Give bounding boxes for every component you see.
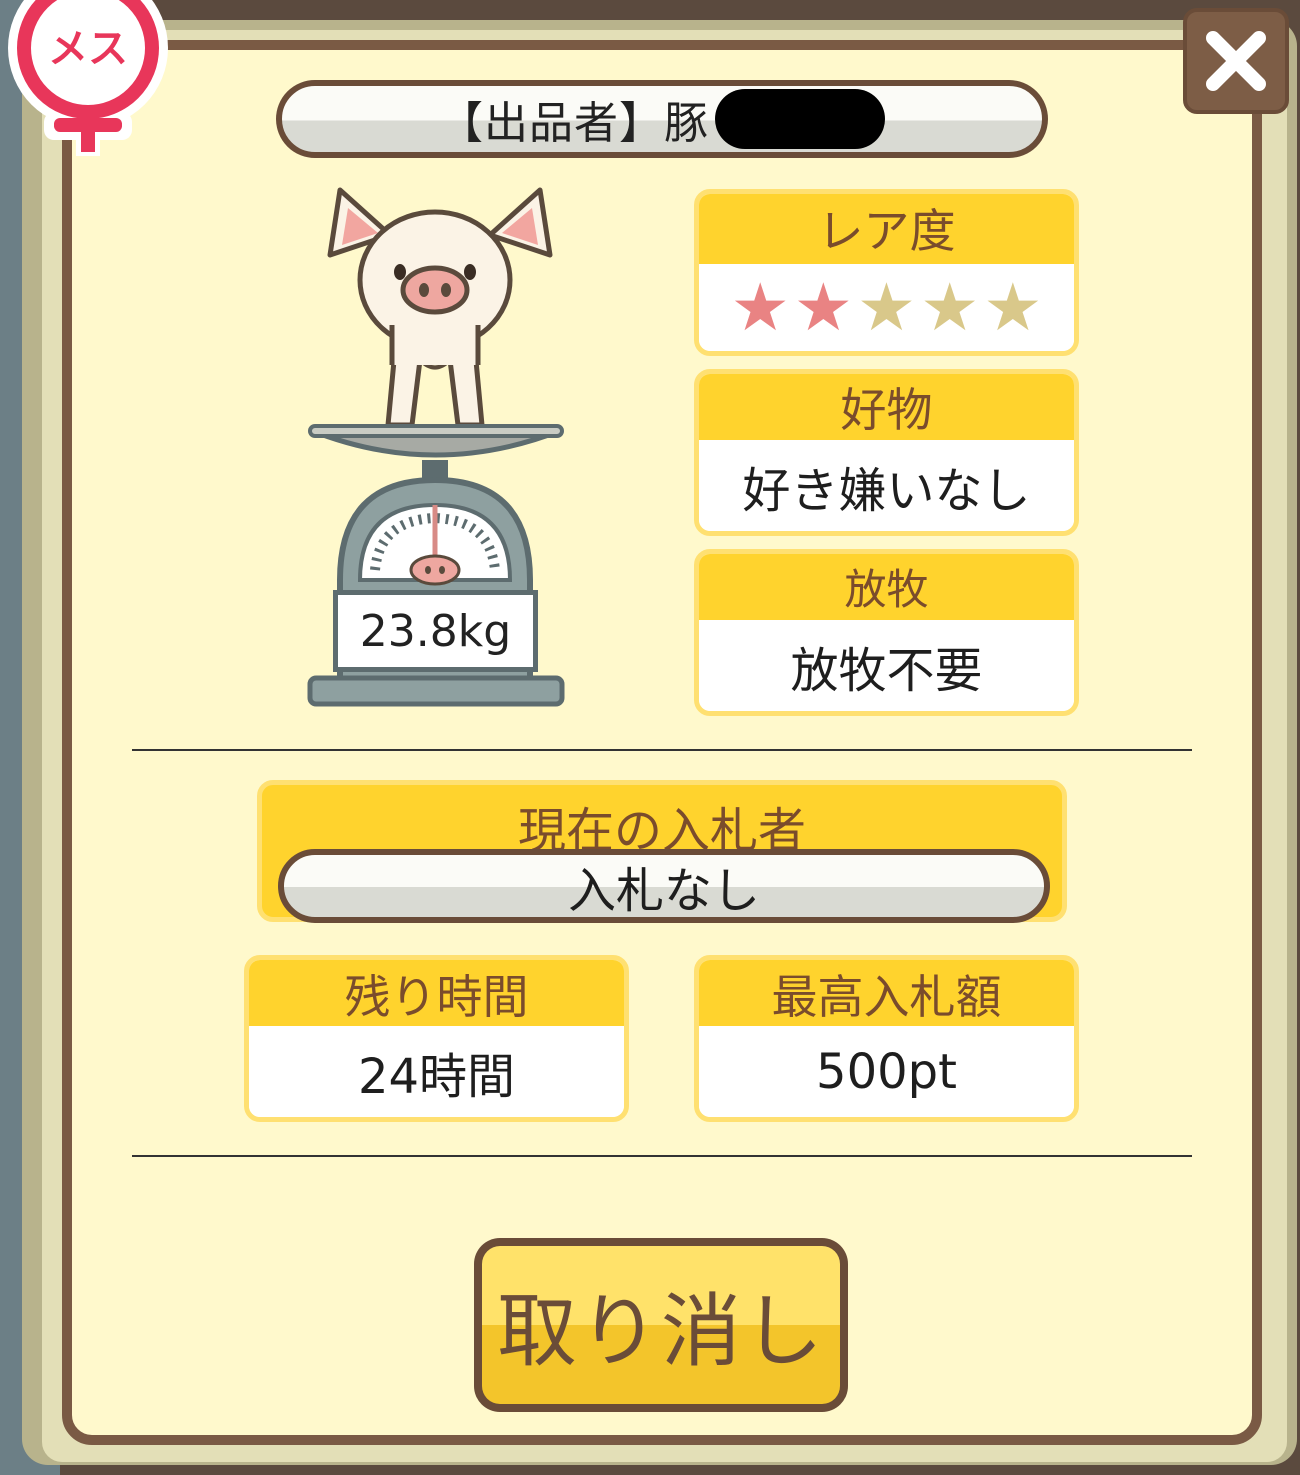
- pig-weight-readout: 23.8kg: [333, 590, 538, 672]
- close-button[interactable]: [1183, 8, 1289, 114]
- grazing-card: 放牧 放牧不要: [694, 549, 1079, 716]
- star-filled-icon: ★: [793, 268, 853, 346]
- female-gender-badge-icon: メス: [8, 0, 168, 156]
- redacted-seller-name: [715, 89, 885, 149]
- gender-label: メス: [48, 26, 128, 72]
- star-empty-icon: ★: [920, 268, 980, 346]
- star-empty-icon: ★: [856, 268, 917, 346]
- max-bid-value: 500pt: [699, 1026, 1074, 1117]
- close-icon: [1206, 31, 1266, 91]
- cancel-listing-button[interactable]: 取り消し: [474, 1238, 848, 1412]
- section-divider: [132, 1155, 1192, 1157]
- section-divider: [132, 749, 1192, 751]
- grazing-value: 放牧不要: [699, 620, 1074, 711]
- rarity-stars: ★ ★ ★ ★ ★: [699, 264, 1074, 351]
- rarity-card: レア度 ★ ★ ★ ★ ★: [694, 189, 1079, 356]
- auction-detail-panel: [62, 40, 1262, 1445]
- rarity-star-row: ★ ★ ★ ★ ★: [730, 268, 1043, 346]
- seller-name-field: 【出品者】豚: [276, 80, 1048, 158]
- grazing-title: 放牧: [699, 554, 1074, 620]
- favorite-food-card: 好物 好き嫌いなし: [694, 369, 1079, 536]
- time-left-card: 残り時間 24時間: [244, 955, 629, 1122]
- seller-label: 【出品者】豚: [439, 98, 709, 149]
- current-bidder-card: 現在の入札者 入札なし: [257, 780, 1067, 923]
- time-left-value: 24時間: [249, 1026, 624, 1117]
- max-bid-card: 最高入札額 500pt: [694, 955, 1079, 1122]
- current-bidder-value: 入札なし: [278, 849, 1050, 923]
- star-empty-icon: ★: [983, 268, 1043, 346]
- max-bid-title: 最高入札額: [699, 960, 1074, 1026]
- time-left-title: 残り時間: [249, 960, 624, 1026]
- rarity-title: レア度: [699, 194, 1074, 264]
- favorite-food-title: 好物: [699, 374, 1074, 440]
- favorite-food-value: 好き嫌いなし: [699, 440, 1074, 531]
- star-filled-icon: ★: [730, 268, 790, 346]
- cancel-listing-label: 取り消し: [482, 1246, 840, 1404]
